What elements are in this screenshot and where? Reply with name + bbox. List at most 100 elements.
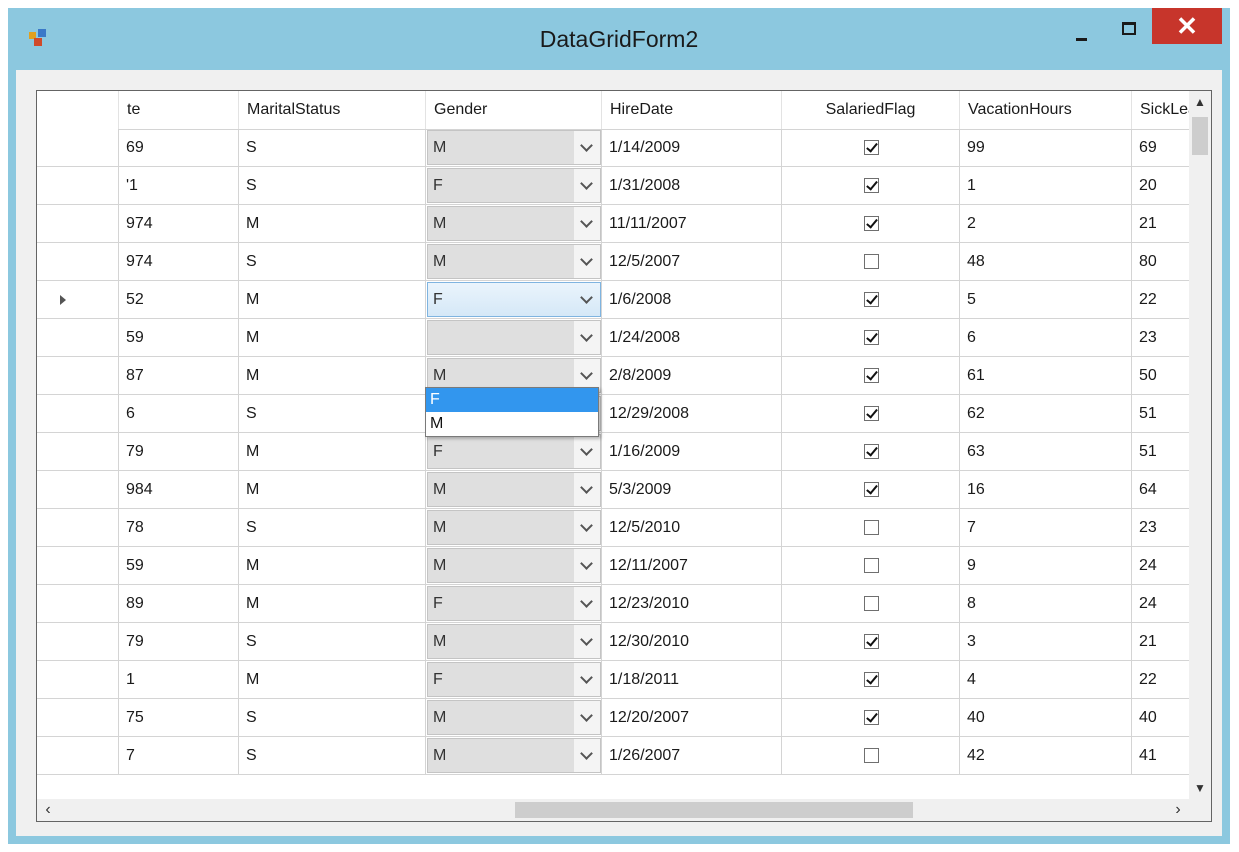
row-header[interactable] bbox=[37, 281, 119, 319]
cell-salaried-flag[interactable] bbox=[782, 205, 960, 243]
cell-salaried-flag[interactable] bbox=[782, 661, 960, 699]
table-row[interactable]: 78 S M 12/5/2010 7 23 bbox=[37, 509, 1202, 547]
row-header[interactable] bbox=[37, 243, 119, 281]
row-header[interactable] bbox=[37, 433, 119, 471]
row-header[interactable] bbox=[37, 205, 119, 243]
cell-vacation-hours[interactable]: 99 bbox=[960, 129, 1132, 167]
cell-vacation-hours[interactable]: 63 bbox=[960, 433, 1132, 471]
cell-hire-date[interactable]: 1/31/2008 bbox=[602, 167, 782, 205]
row-header[interactable] bbox=[37, 319, 119, 357]
table-row[interactable]: 984 M M 5/3/2009 16 64 bbox=[37, 471, 1202, 509]
cell-hire-date[interactable]: 12/30/2010 bbox=[602, 623, 782, 661]
cell-vacation-hours[interactable]: 42 bbox=[960, 737, 1132, 775]
cell-marital-status[interactable]: M bbox=[239, 585, 426, 623]
cell-hire-date[interactable]: 1/18/2011 bbox=[602, 661, 782, 699]
cell-gender[interactable]: M bbox=[426, 243, 602, 281]
dropdown-option-m[interactable]: M bbox=[426, 412, 598, 436]
cell-birthdate[interactable]: 75 bbox=[119, 699, 239, 737]
gender-combobox[interactable]: M bbox=[427, 624, 601, 659]
horizontal-scrollbar[interactable]: ‹ › bbox=[37, 799, 1189, 821]
table-row[interactable]: 69 S M 1/14/2009 99 69 bbox=[37, 129, 1202, 167]
row-header[interactable] bbox=[37, 471, 119, 509]
gender-combobox[interactable]: F bbox=[427, 662, 601, 697]
cell-hire-date[interactable]: 12/5/2010 bbox=[602, 509, 782, 547]
gender-combobox[interactable]: M bbox=[427, 700, 601, 735]
cell-birthdate[interactable]: 87 bbox=[119, 357, 239, 395]
table-row[interactable]: 52 M F 1/6/2008 5 22 bbox=[37, 281, 1202, 319]
scroll-left-icon[interactable]: ‹ bbox=[37, 799, 59, 821]
cell-salaried-flag[interactable] bbox=[782, 547, 960, 585]
table-row[interactable]: 79 M F 1/16/2009 63 51 bbox=[37, 433, 1202, 471]
gender-combobox[interactable]: M bbox=[427, 510, 601, 545]
salaried-checkbox[interactable] bbox=[864, 710, 879, 725]
combo-dropdown-button[interactable] bbox=[574, 663, 600, 696]
cell-birthdate[interactable]: 52 bbox=[119, 281, 239, 319]
combo-dropdown-button[interactable] bbox=[574, 549, 600, 582]
combo-dropdown-button[interactable] bbox=[574, 321, 600, 354]
cell-hire-date[interactable]: 12/29/2008 bbox=[602, 395, 782, 433]
combo-dropdown-button[interactable] bbox=[574, 701, 600, 734]
horizontal-scroll-thumb[interactable] bbox=[515, 802, 913, 818]
cell-gender[interactable]: M bbox=[426, 623, 602, 661]
vertical-scrollbar[interactable]: ▲ ▼ bbox=[1189, 91, 1211, 799]
cell-vacation-hours[interactable]: 16 bbox=[960, 471, 1132, 509]
cell-marital-status[interactable]: S bbox=[239, 395, 426, 433]
cell-vacation-hours[interactable]: 40 bbox=[960, 699, 1132, 737]
salaried-checkbox[interactable] bbox=[864, 140, 879, 155]
vertical-scroll-thumb[interactable] bbox=[1192, 117, 1208, 155]
gender-combobox[interactable]: F bbox=[427, 282, 601, 317]
combo-dropdown-button[interactable] bbox=[574, 625, 600, 658]
row-header[interactable] bbox=[37, 395, 119, 433]
cell-hire-date[interactable]: 5/3/2009 bbox=[602, 471, 782, 509]
combo-dropdown-button[interactable] bbox=[574, 511, 600, 544]
cell-salaried-flag[interactable] bbox=[782, 167, 960, 205]
cell-hire-date[interactable]: 12/11/2007 bbox=[602, 547, 782, 585]
cell-marital-status[interactable]: S bbox=[239, 737, 426, 775]
row-header[interactable] bbox=[37, 357, 119, 395]
header-corner[interactable] bbox=[37, 91, 119, 129]
gender-combobox[interactable]: M bbox=[427, 548, 601, 583]
row-header[interactable] bbox=[37, 699, 119, 737]
salaried-checkbox[interactable] bbox=[864, 634, 879, 649]
cell-marital-status[interactable]: M bbox=[239, 471, 426, 509]
cell-salaried-flag[interactable] bbox=[782, 281, 960, 319]
cell-birthdate[interactable]: 1 bbox=[119, 661, 239, 699]
row-header[interactable] bbox=[37, 585, 119, 623]
cell-vacation-hours[interactable]: 6 bbox=[960, 319, 1132, 357]
header-birthdate[interactable]: te bbox=[119, 91, 239, 129]
cell-gender[interactable]: M bbox=[426, 547, 602, 585]
cell-gender[interactable]: M bbox=[426, 737, 602, 775]
cell-birthdate[interactable]: 79 bbox=[119, 623, 239, 661]
cell-marital-status[interactable]: M bbox=[239, 357, 426, 395]
cell-marital-status[interactable]: S bbox=[239, 167, 426, 205]
cell-vacation-hours[interactable]: 9 bbox=[960, 547, 1132, 585]
table-row[interactable]: 89 M F 12/23/2010 8 24 bbox=[37, 585, 1202, 623]
table-row[interactable]: 974 M M 11/11/2007 2 21 bbox=[37, 205, 1202, 243]
cell-hire-date[interactable]: 1/14/2009 bbox=[602, 129, 782, 167]
cell-gender[interactable]: M bbox=[426, 205, 602, 243]
salaried-checkbox[interactable] bbox=[864, 292, 879, 307]
cell-gender[interactable]: F bbox=[426, 585, 602, 623]
salaried-checkbox[interactable] bbox=[864, 254, 879, 269]
cell-salaried-flag[interactable] bbox=[782, 129, 960, 167]
scroll-right-icon[interactable]: › bbox=[1167, 799, 1189, 821]
cell-vacation-hours[interactable]: 5 bbox=[960, 281, 1132, 319]
maximize-button[interactable] bbox=[1105, 16, 1151, 50]
gender-combobox[interactable]: M bbox=[427, 472, 601, 507]
cell-marital-status[interactable]: M bbox=[239, 205, 426, 243]
table-row[interactable]: 59 M 1/24/2008 6 23 bbox=[37, 319, 1202, 357]
cell-gender[interactable]: F bbox=[426, 167, 602, 205]
cell-birthdate[interactable]: 974 bbox=[119, 205, 239, 243]
gender-combobox[interactable]: F bbox=[427, 586, 601, 621]
scroll-down-icon[interactable]: ▼ bbox=[1189, 777, 1211, 799]
header-hire-date[interactable]: HireDate bbox=[602, 91, 782, 129]
close-button[interactable]: ✕ bbox=[1152, 8, 1222, 44]
cell-vacation-hours[interactable]: 8 bbox=[960, 585, 1132, 623]
dropdown-option-f[interactable]: F bbox=[426, 388, 598, 412]
cell-salaried-flag[interactable] bbox=[782, 433, 960, 471]
title-bar[interactable]: DataGridForm2 ✕ bbox=[8, 8, 1230, 70]
table-row[interactable]: 1 M F 1/18/2011 4 22 bbox=[37, 661, 1202, 699]
row-header[interactable] bbox=[37, 547, 119, 585]
combo-dropdown-button[interactable] bbox=[574, 131, 600, 164]
cell-salaried-flag[interactable] bbox=[782, 319, 960, 357]
